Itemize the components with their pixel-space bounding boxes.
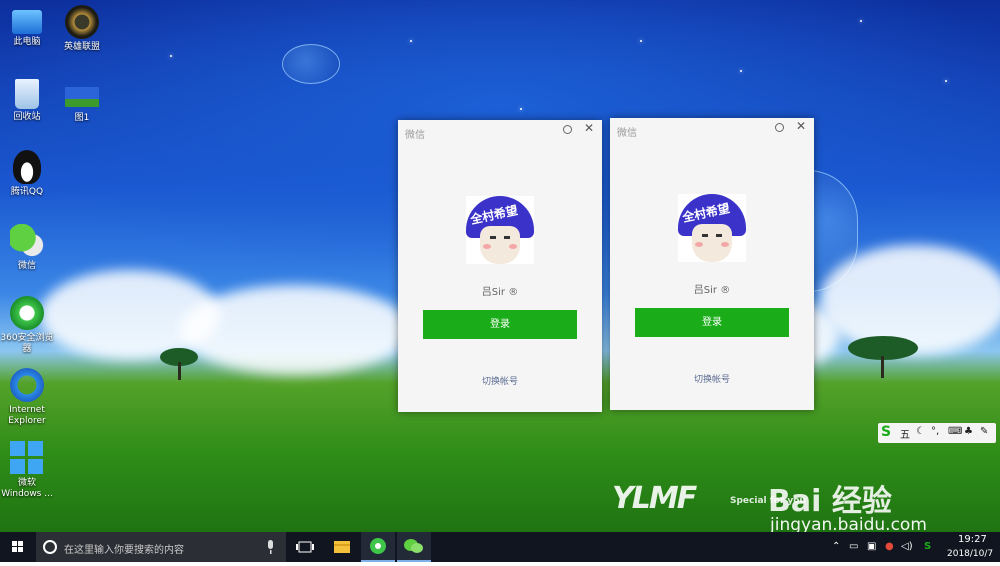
qq-penguin-icon (13, 150, 41, 184)
internet-explorer-icon (10, 368, 44, 402)
username: 吕Sir ® (398, 283, 602, 298)
settings-icon[interactable] (775, 123, 784, 132)
360-browser-icon (10, 296, 44, 330)
registered-mark-icon: ® (720, 285, 731, 296)
star (640, 40, 642, 42)
desktop-icon-windows[interactable]: 微软 Windows ... (0, 441, 57, 500)
star (945, 80, 947, 82)
desktop-icon-360-browser[interactable]: 360安全浏览器 (0, 296, 57, 355)
wechat-icon (10, 224, 44, 258)
cortana-circle-icon (43, 540, 57, 554)
planet-decoration (282, 44, 340, 84)
desktop-icon-this-pc[interactable]: 此电脑 (0, 7, 57, 48)
computer-icon (12, 10, 42, 34)
desktop-icon-label: 图1 (74, 113, 90, 123)
moon-icon[interactable]: ☾ (916, 426, 925, 437)
wrench-icon[interactable]: ✎ (980, 426, 988, 437)
desktop-icon-label: 360安全浏览器 (0, 333, 54, 354)
baidu-jingyan-url: jingyan.baidu.com (770, 515, 927, 532)
task-view-icon[interactable] (288, 532, 322, 562)
battery-icon[interactable]: ▭ (849, 541, 858, 552)
star (410, 40, 412, 42)
login-button[interactable]: 登录 (635, 308, 789, 337)
desktop-icon-image-file[interactable]: 图1 (52, 87, 112, 124)
keyboard-icon[interactable]: ⌨ (948, 426, 962, 437)
image-file-icon (65, 87, 99, 107)
clock-date[interactable]: 2018/10/7 (947, 549, 993, 559)
ylmf-watermark: YLMF (612, 481, 697, 516)
desktop-icon-qq[interactable]: 腾讯QQ (0, 150, 57, 198)
baidu-jingyan-watermark: Bai 经验 (768, 484, 892, 519)
registered-mark-icon: ® (508, 287, 519, 298)
desktop-icon-internet-explorer[interactable]: Internet Explorer (0, 368, 57, 427)
desktop-icon-label: Internet Explorer (8, 405, 46, 426)
sogou-s-icon[interactable]: S (924, 541, 931, 552)
star (170, 55, 172, 57)
security-tray-icon[interactable]: ● (885, 541, 894, 552)
desktop-icon-label: 微信 (17, 261, 36, 271)
cloud (820, 245, 1000, 355)
settings-icon[interactable] (563, 125, 572, 134)
avatar: 全村希望 (466, 196, 534, 264)
username-text: 吕Sir (693, 285, 718, 296)
desktop-icon-label: 微软 Windows ... (1, 478, 53, 499)
star (860, 20, 862, 22)
desktop-wallpaper: 此电脑 英雄联盟 回收站 图1 腾讯QQ 微信 360安全浏览器 Interne… (0, 0, 1000, 532)
punctuation-icon[interactable]: °, (931, 426, 939, 437)
microphone-icon[interactable] (264, 532, 278, 562)
desktop-icon-wechat[interactable]: 微信 (0, 224, 57, 272)
windows-logo-icon (10, 441, 44, 475)
network-icon[interactable]: ▣ (867, 541, 876, 552)
ime-mode-label[interactable]: 五 (900, 426, 910, 441)
desktop-icon-label: 腾讯QQ (10, 187, 44, 197)
wechat-login-window: 微信 ✕ 全村希望 吕Sir ® 登录 切换帐号 (610, 118, 814, 410)
windows-logo-icon (12, 541, 23, 552)
avatar: 全村希望 (678, 194, 746, 262)
ime-toolbar[interactable]: S 五 ☾ °, ⌨ ♣ ✎ (878, 423, 996, 443)
desktop-icon-label: 英雄联盟 (63, 42, 100, 52)
desktop-icon-league-of-legends[interactable]: 英雄联盟 (52, 5, 112, 53)
volume-icon[interactable]: ◁) (901, 541, 913, 552)
close-icon[interactable]: ✕ (584, 121, 594, 135)
login-button[interactable]: 登录 (423, 310, 577, 339)
file-explorer-icon[interactable] (325, 532, 359, 562)
cloud (180, 285, 410, 375)
clock-time[interactable]: 19:27 (958, 534, 987, 545)
switch-account-link[interactable]: 切换帐号 (610, 372, 814, 385)
taskbar-search-box[interactable]: 在这里输入你要搜索的内容 (36, 532, 286, 562)
username-text: 吕Sir (481, 287, 506, 298)
league-of-legends-icon (65, 5, 99, 39)
recycle-bin-icon (15, 79, 39, 109)
window-title: 微信 (617, 128, 637, 139)
wechat-icon[interactable] (397, 532, 431, 562)
sogou-s-icon[interactable]: S (881, 424, 891, 440)
search-placeholder: 在这里输入你要搜索的内容 (64, 545, 184, 556)
username: 吕Sir ® (610, 281, 814, 296)
desktop-icon-label: 此电脑 (13, 37, 41, 47)
start-button[interactable] (0, 532, 36, 562)
close-icon[interactable]: ✕ (796, 119, 806, 133)
chevron-up-icon[interactable]: ⌃ (832, 541, 840, 552)
desktop-icon-label: 回收站 (13, 112, 41, 122)
360-browser-icon[interactable] (361, 532, 395, 562)
desktop-icon-recycle-bin[interactable]: 回收站 (0, 79, 57, 123)
star (740, 70, 742, 72)
wechat-login-window: 微信 ✕ 全村希望 吕Sir ® 登录 切换帐号 (398, 120, 602, 412)
star (520, 108, 522, 110)
switch-account-link[interactable]: 切换帐号 (398, 374, 602, 387)
window-title: 微信 (405, 130, 425, 141)
shirt-icon[interactable]: ♣ (964, 426, 973, 437)
taskbar: 在这里输入你要搜索的内容 ⌃ ▭ ▣ ● ◁) S 19:27 2018/10/… (0, 532, 1000, 562)
